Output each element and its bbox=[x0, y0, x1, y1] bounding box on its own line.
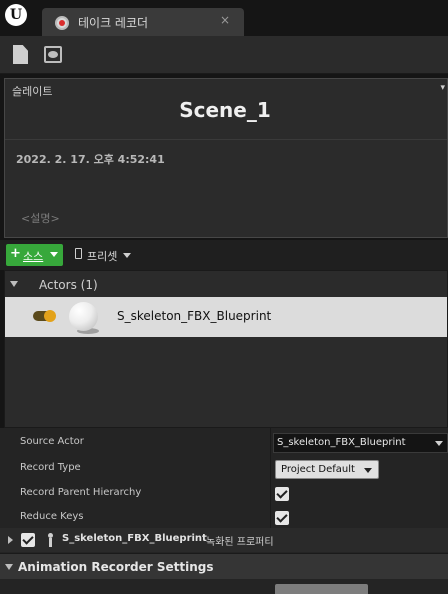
reduce-keys-checkbox[interactable] bbox=[275, 511, 289, 525]
section-title: Animation Recorder Settings bbox=[18, 560, 214, 574]
toolbar bbox=[0, 36, 448, 74]
sources-toolbar: + 소스 프리셋 bbox=[0, 240, 448, 270]
description-field[interactable]: <설명> bbox=[21, 210, 60, 226]
property-source-actor: Source Actor S_skeleton_FBX_Blueprint bbox=[0, 431, 448, 455]
chevron-down-icon bbox=[50, 252, 58, 257]
actors-group-header[interactable]: Actors (1) bbox=[5, 275, 447, 295]
recorded-properties-row[interactable]: S_skeleton_FBX_Blueprint 녹화된 프로퍼티 bbox=[0, 528, 448, 552]
dropdown-value: S_skeleton_FBX_Blueprint bbox=[277, 437, 406, 448]
add-source-label: 소스 bbox=[23, 250, 44, 263]
recorded-properties-actor: S_skeleton_FBX_Blueprint bbox=[62, 533, 207, 544]
actor-person-icon bbox=[46, 533, 54, 547]
source-actor-dropdown[interactable]: S_skeleton_FBX_Blueprint bbox=[273, 433, 448, 453]
section-animation-recorder-settings[interactable]: Animation Recorder Settings bbox=[0, 553, 448, 579]
recorded-properties-checkbox[interactable] bbox=[21, 533, 35, 547]
recording-view-icon[interactable] bbox=[42, 44, 64, 66]
slate-label: 슬레이트 bbox=[12, 85, 53, 98]
property-record-parent-hierarchy: Record Parent Hierarchy bbox=[0, 482, 448, 506]
actor-thumbnail-icon bbox=[69, 302, 98, 331]
actors-group-label: Actors (1) bbox=[39, 278, 98, 292]
property-label: Record Type bbox=[20, 462, 81, 473]
preset-label: 프리셋 bbox=[87, 250, 118, 263]
property-label: Reduce Keys bbox=[20, 511, 84, 522]
property-record-type: Record Type Project Default bbox=[0, 457, 448, 481]
expand-triangle-icon[interactable] bbox=[8, 536, 13, 544]
slate-panel: 슬레이트 ▾ Scene_1 2022. 2. 17. 오후 4:52:41 <… bbox=[4, 78, 448, 238]
scene-name[interactable]: Scene_1 bbox=[5, 98, 445, 122]
partially-visible-button[interactable] bbox=[275, 584, 368, 594]
property-reduce-keys: Reduce Keys bbox=[0, 506, 448, 530]
add-source-button[interactable]: + 소스 bbox=[6, 244, 63, 266]
tab-title: 테이크 레코더 bbox=[78, 16, 149, 30]
chevron-down-icon bbox=[435, 441, 443, 446]
details-panel: Source Actor S_skeleton_FBX_Blueprint Re… bbox=[0, 428, 448, 594]
tab-take-recorder[interactable]: 테이크 레코더 × bbox=[42, 8, 244, 36]
plus-icon: + bbox=[10, 246, 21, 261]
list-item[interactable]: S_skeleton_FBX_Blueprint bbox=[5, 297, 447, 337]
record-type-dropdown[interactable]: Project Default bbox=[275, 460, 379, 479]
chevron-down-icon bbox=[123, 253, 131, 258]
record-icon bbox=[55, 16, 69, 30]
new-document-icon[interactable] bbox=[10, 44, 32, 66]
slate-corner-icon: ▾ bbox=[440, 83, 445, 93]
recorded-properties-suffix: 녹화된 프로퍼티 bbox=[206, 537, 274, 548]
property-label: Source Actor bbox=[20, 436, 84, 447]
preset-icon bbox=[75, 248, 82, 259]
title-bar: U 테이크 레코더 × bbox=[0, 0, 448, 36]
actors-list: Actors (1) S_skeleton_FBX_Blueprint bbox=[4, 270, 448, 428]
property-label: Record Parent Hierarchy bbox=[20, 487, 142, 498]
unreal-logo-icon: U bbox=[5, 4, 27, 26]
divider bbox=[5, 139, 447, 140]
dropdown-value: Project Default bbox=[281, 464, 355, 475]
timestamp: 2022. 2. 17. 오후 4:52:41 bbox=[16, 153, 165, 166]
record-parent-hierarchy-checkbox[interactable] bbox=[275, 487, 289, 501]
actor-name: S_skeleton_FBX_Blueprint bbox=[117, 309, 272, 323]
expand-triangle-icon bbox=[5, 564, 13, 570]
expand-triangle-icon bbox=[10, 281, 18, 287]
source-enabled-toggle[interactable] bbox=[33, 310, 56, 322]
preset-button[interactable]: 프리셋 bbox=[73, 244, 137, 266]
chevron-down-icon bbox=[364, 468, 372, 473]
close-tab-icon[interactable]: × bbox=[220, 13, 230, 27]
